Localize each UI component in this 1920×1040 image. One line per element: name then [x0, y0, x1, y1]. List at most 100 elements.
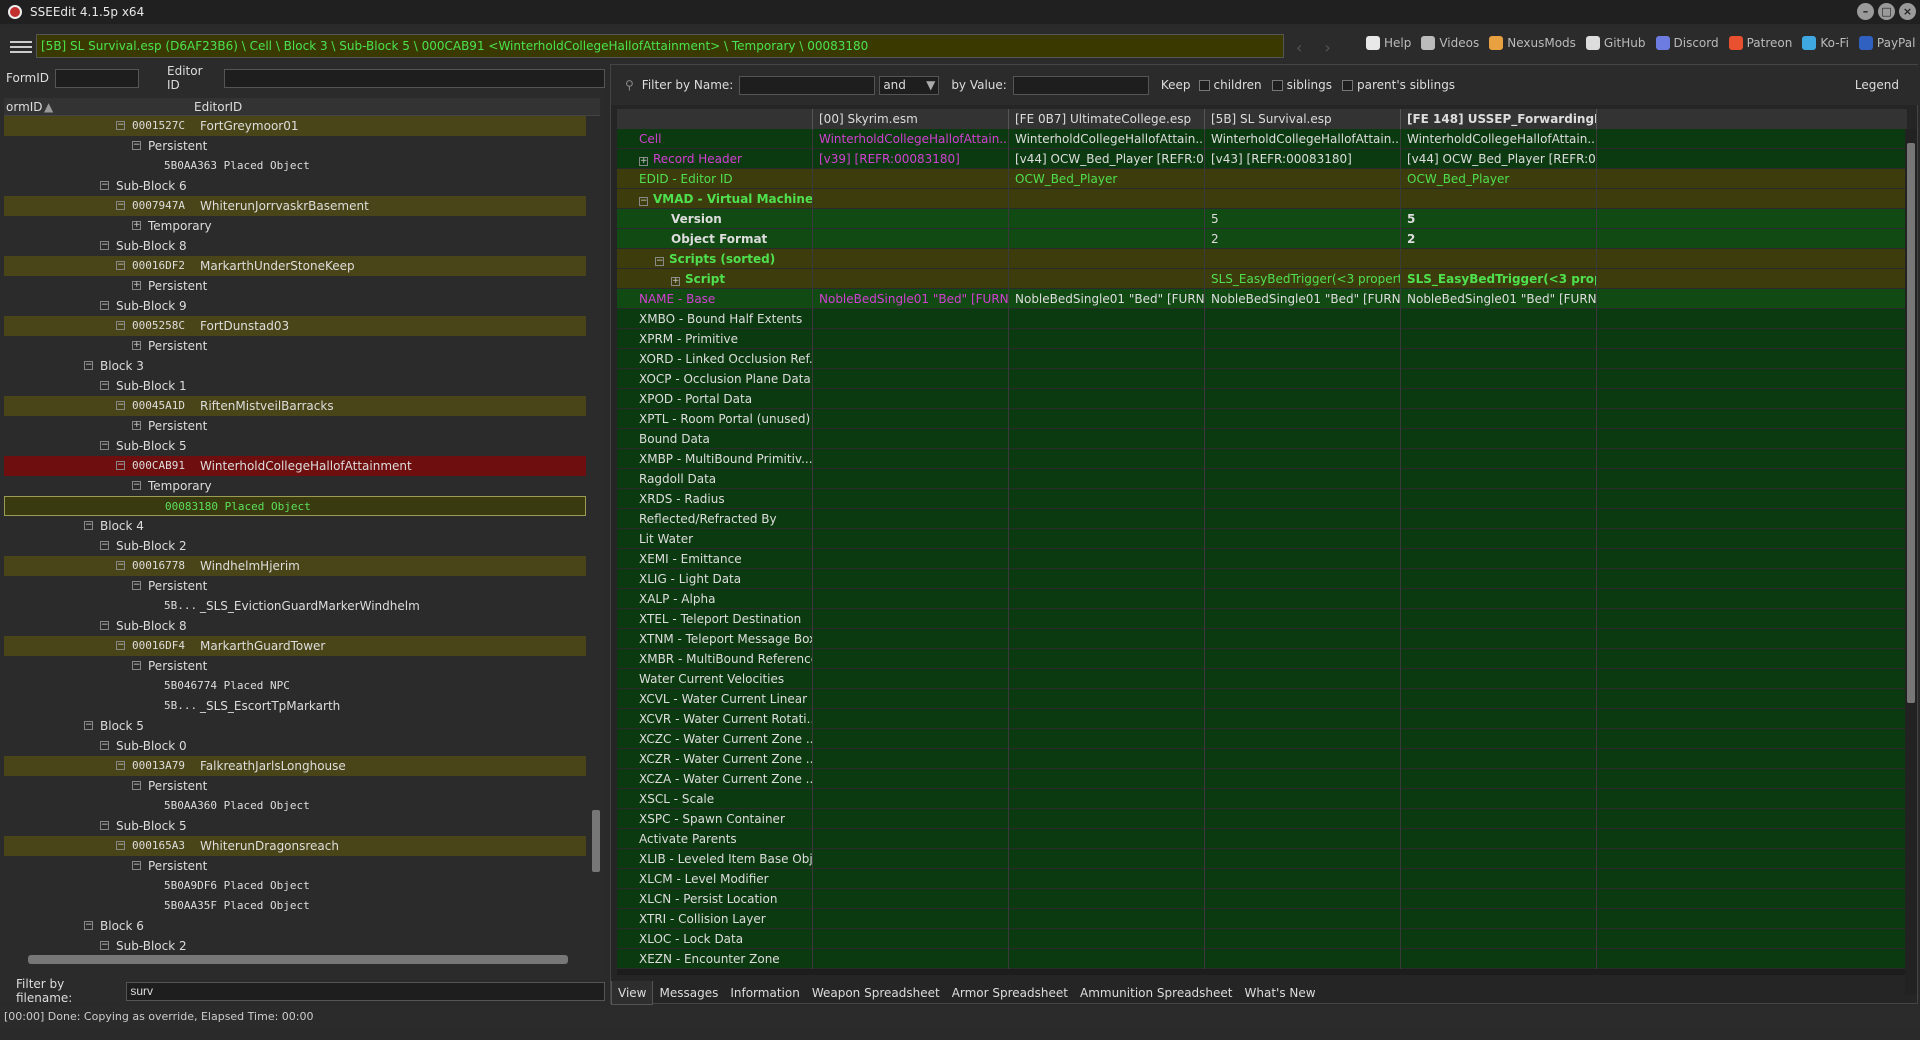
record-row[interactable]: XMBP - MultiBound Primitiv... [617, 449, 1907, 469]
field-value[interactable] [1009, 689, 1205, 709]
tree-node[interactable]: −00013A79 FalkreathJarlsLonghouse [4, 756, 586, 776]
field-value[interactable] [813, 569, 1009, 589]
tree-node[interactable]: − Block 3 [4, 356, 586, 376]
expand-icon[interactable]: + [132, 221, 141, 230]
field-value[interactable] [1009, 389, 1205, 409]
field-value[interactable] [813, 709, 1009, 729]
field-value[interactable] [1205, 489, 1401, 509]
field-value[interactable] [1009, 249, 1205, 269]
tree-node[interactable]: −000165A3 WhiterunDragonsreach [4, 836, 586, 856]
collapse-icon[interactable]: − [100, 181, 109, 190]
column-header[interactable] [617, 109, 813, 129]
tree-node[interactable]: 5B0AA363 Placed Object [4, 156, 586, 176]
record-row[interactable]: Activate Parents [617, 829, 1907, 849]
field-value[interactable] [813, 909, 1009, 929]
field-value[interactable]: NobleBedSingle01 "Bed" [FURN:... [813, 289, 1009, 309]
field-value[interactable] [1205, 789, 1401, 809]
field-value[interactable] [1205, 729, 1401, 749]
record-row[interactable]: XMBR - MultiBound Reference [617, 649, 1907, 669]
field-value[interactable] [1205, 589, 1401, 609]
collapse-icon[interactable]: − [132, 581, 141, 590]
tree-node[interactable]: − Block 6 [4, 916, 586, 936]
tab-what-s-new[interactable]: What's New [1239, 981, 1322, 1005]
collapse-icon[interactable]: − [116, 461, 125, 470]
field-value[interactable]: [v44] OCW_Bed_Player [REFR:000... [1401, 149, 1597, 169]
field-value[interactable] [1401, 709, 1597, 729]
collapse-icon[interactable]: − [116, 841, 125, 850]
record-row[interactable]: XTNM - Teleport Message Box [617, 629, 1907, 649]
field-value[interactable] [1205, 409, 1401, 429]
children-checkbox[interactable] [1198, 79, 1210, 91]
record-row[interactable]: Bound Data [617, 429, 1907, 449]
field-value[interactable] [1205, 689, 1401, 709]
field-value[interactable] [1009, 529, 1205, 549]
field-value[interactable] [1009, 829, 1205, 849]
column-header[interactable]: [FE 0B7] UltimateCollege.esp [1009, 109, 1205, 129]
field-value[interactable]: SLS_EasyBedTrigger(<3 propertie... [1205, 269, 1401, 289]
field-value[interactable] [1009, 349, 1205, 369]
field-value[interactable] [1009, 429, 1205, 449]
field-value[interactable] [1009, 949, 1205, 969]
collapse-icon[interactable]: − [84, 921, 93, 930]
link-github[interactable]: GitHub [1585, 36, 1646, 50]
field-value[interactable] [1401, 369, 1597, 389]
record-row[interactable]: XPOD - Portal Data [617, 389, 1907, 409]
tree-node[interactable]: + Persistent [4, 336, 586, 356]
field-value[interactable]: NobleBedSingle01 "Bed" [FURN:... [1205, 289, 1401, 309]
field-value[interactable] [1009, 649, 1205, 669]
field-value[interactable] [813, 429, 1009, 449]
field-value[interactable] [1205, 249, 1401, 269]
field-value[interactable]: WinterholdCollegeHallofAttain... [1401, 129, 1597, 149]
tab-view[interactable]: View [611, 981, 654, 1005]
tree-node[interactable]: 5B... _SLS_EscortTpMarkarth [4, 696, 586, 716]
collapse-icon[interactable]: − [100, 381, 109, 390]
field-value[interactable] [813, 609, 1009, 629]
record-row[interactable]: XPTL - Room Portal (unused) [617, 409, 1907, 429]
tree-vertical-scrollbar[interactable] [590, 120, 602, 974]
field-value[interactable] [1401, 809, 1597, 829]
collapse-icon[interactable]: − [655, 257, 664, 266]
field-value[interactable] [1009, 909, 1205, 929]
collapse-icon[interactable]: − [116, 201, 125, 210]
record-row[interactable]: Version 5 5 [617, 209, 1907, 229]
record-row[interactable]: XEZN - Encounter Zone [617, 949, 1907, 969]
field-value[interactable] [1205, 549, 1401, 569]
record-row[interactable]: XOCP - Occlusion Plane Data [617, 369, 1907, 389]
tree-node[interactable]: 5B0A9DF6 Placed Object [4, 876, 586, 896]
field-value[interactable] [1009, 189, 1205, 209]
field-value[interactable] [813, 329, 1009, 349]
record-row[interactable]: − Scripts (sorted) [617, 249, 1907, 269]
record-row[interactable]: XEMI - Emittance [617, 549, 1907, 569]
field-value[interactable] [1401, 409, 1597, 429]
field-value[interactable] [813, 349, 1009, 369]
tab-ammunition-spreadsheet[interactable]: Ammunition Spreadsheet [1074, 981, 1239, 1005]
and-select[interactable]: and ▼ [879, 75, 940, 95]
field-value[interactable] [1401, 729, 1597, 749]
field-value[interactable] [1401, 749, 1597, 769]
field-value[interactable] [1401, 589, 1597, 609]
field-value[interactable]: NobleBedSingle01 "Bed" [FURN:... [1009, 289, 1205, 309]
formid-input[interactable] [55, 68, 140, 88]
field-value[interactable] [813, 169, 1009, 189]
field-value[interactable] [1401, 689, 1597, 709]
collapse-icon[interactable]: − [116, 401, 125, 410]
expand-icon[interactable]: + [132, 421, 141, 430]
collapse-icon[interactable]: − [100, 541, 109, 550]
field-value[interactable] [1401, 569, 1597, 589]
field-value[interactable] [813, 749, 1009, 769]
link-discord[interactable]: Discord [1655, 36, 1719, 50]
siblings-checkbox[interactable] [1271, 79, 1283, 91]
field-value[interactable] [1009, 449, 1205, 469]
field-value[interactable] [1205, 909, 1401, 929]
field-value[interactable] [813, 629, 1009, 649]
collapse-icon[interactable]: − [132, 661, 141, 670]
record-row[interactable]: XCVR - Water Current Rotati... [617, 709, 1907, 729]
field-value[interactable] [1205, 169, 1401, 189]
field-value[interactable] [1401, 489, 1597, 509]
link-patreon[interactable]: Patreon [1728, 36, 1792, 50]
scroll-thumb[interactable] [592, 810, 600, 872]
field-value[interactable] [813, 789, 1009, 809]
field-value[interactable] [1205, 469, 1401, 489]
field-value[interactable] [1205, 609, 1401, 629]
field-value[interactable] [1009, 469, 1205, 489]
